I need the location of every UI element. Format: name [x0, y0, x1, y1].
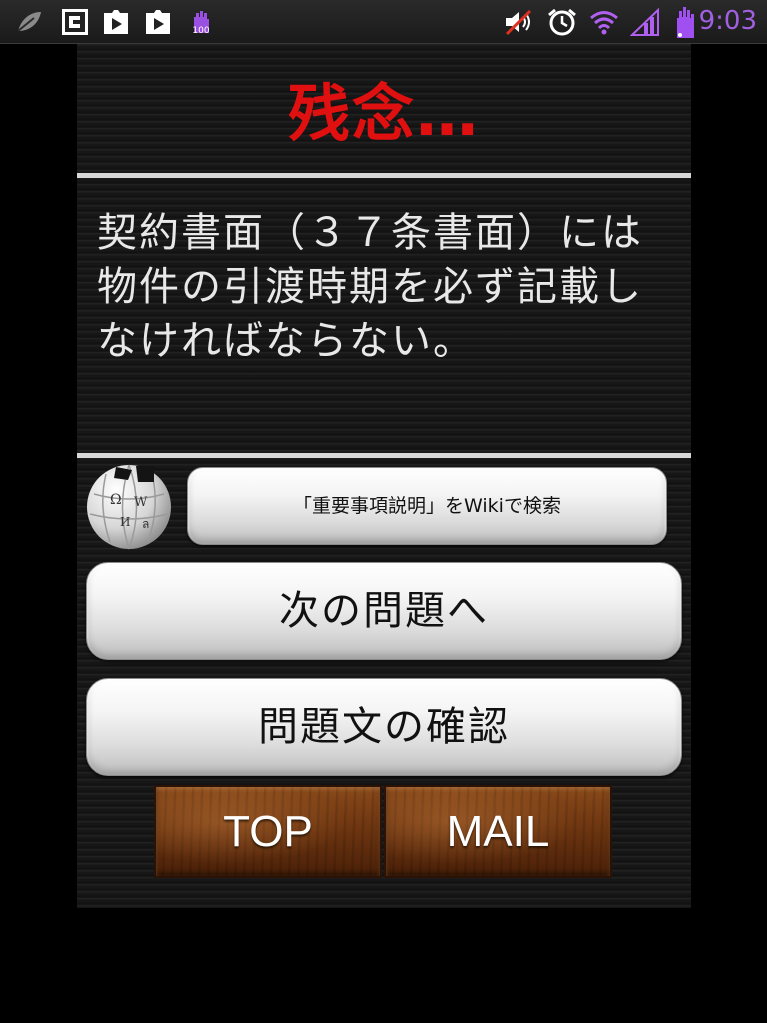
document-icon [62, 9, 88, 35]
wikipedia-globe-icon[interactable]: Ω W И ล [86, 464, 172, 550]
mute-icon [505, 9, 532, 36]
svg-text:Ω: Ω [110, 492, 122, 508]
wiki-search-button[interactable]: 「重要事項説明」をWikiで検索 [187, 467, 667, 545]
divider-top [77, 173, 691, 178]
signal-icon [630, 7, 659, 36]
result-title: 残念… [287, 77, 480, 150]
wifi-icon [590, 11, 618, 35]
top-button[interactable]: TOP [154, 785, 382, 878]
play-store-icon [104, 10, 128, 34]
glove-icon [677, 7, 694, 38]
status-time: 9:03 [698, 6, 757, 36]
next-question-button[interactable]: 次の問題へ [86, 562, 682, 660]
svg-text:W: W [134, 495, 148, 510]
review-question-button[interactable]: 問題文の確認 [86, 678, 682, 776]
quiz-result-panel: 残念… 契約書面（３７条書面）には物件の引渡時期を必ず記載しなければならない。 … [77, 44, 691, 908]
leaf-icon [17, 12, 41, 32]
alarm-icon [548, 8, 576, 36]
mail-button[interactable]: MAIL [384, 785, 612, 878]
question-text: 契約書面（３７条書面）には物件の引渡時期を必ず記載しなければならない。 [97, 210, 643, 364]
svg-text:И: И [120, 515, 130, 529]
status-bar: 100 9:03 [0, 0, 767, 44]
play-store-icon [146, 10, 170, 34]
glove-100-icon: 100 [192, 11, 210, 36]
svg-text:100: 100 [192, 26, 209, 36]
svg-text:ล: ล [142, 517, 149, 531]
divider-bottom [77, 453, 691, 458]
